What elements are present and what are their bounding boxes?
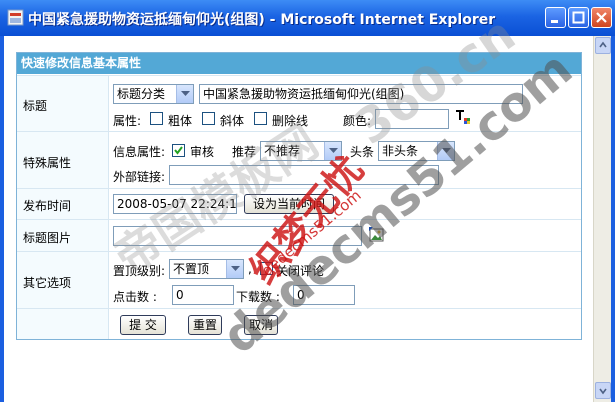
headline-select[interactable]: 非头条 <box>378 141 455 161</box>
image-picker-icon[interactable] <box>368 226 384 242</box>
downloads-input[interactable]: 0 <box>293 285 355 305</box>
actions-row: 提 交 重置 取消 <box>17 308 581 339</box>
image-row-label: 标题图片 <box>23 231 72 245</box>
title-image-row: 标题图片 <box>17 219 581 251</box>
close-comment-label: 关闭评论 <box>276 264 325 278</box>
chevron-down-icon <box>181 91 190 96</box>
chevron-down-icon <box>231 266 240 271</box>
chevron-down-icon <box>329 148 338 153</box>
info-attr-label: 信息属性: <box>113 145 166 159</box>
recommend-select[interactable]: 不推荐 <box>260 141 342 161</box>
clicks-label: 点击数 : <box>113 290 157 304</box>
color-input[interactable] <box>375 109 449 129</box>
maximize-icon <box>572 11 585 24</box>
clicks-input[interactable]: 0 <box>172 285 234 305</box>
title-row-label: 标题 <box>23 99 48 113</box>
recommend-label: 推荐 <box>232 145 257 159</box>
close-comment-checkbox[interactable] <box>260 262 273 275</box>
ie-icon <box>7 9 24 26</box>
italic-checkbox[interactable] <box>202 112 215 125</box>
maximize-button[interactable] <box>568 7 589 28</box>
audit-label: 审核 <box>190 145 215 159</box>
external-link-label: 外部链接: <box>113 170 166 184</box>
window-frame-right <box>611 36 615 402</box>
attr-label: 属性: <box>113 114 142 128</box>
strike-label: 删除线 <box>272 114 309 128</box>
minimize-icon <box>551 20 558 23</box>
downloads-label: 下载数 : <box>236 290 280 304</box>
arrow-up-icon <box>599 41 607 48</box>
other-row-label: 其它选项 <box>23 276 72 290</box>
color-picker-icon[interactable] <box>455 109 471 125</box>
audit-checkbox[interactable] <box>172 144 185 157</box>
set-now-button[interactable]: 设为当前时间 <box>244 194 334 214</box>
headline-label: 头条 <box>350 145 375 159</box>
top-level-label: 置顶级别: <box>113 264 166 278</box>
strike-checkbox[interactable] <box>254 112 267 125</box>
bold-label: 粗体 <box>168 114 193 128</box>
publish-datetime-input[interactable]: 2008-05-07 22:24:11 <box>113 194 237 214</box>
reset-button[interactable]: 重置 <box>188 315 222 335</box>
panel-header: 快速修改信息基本属性 <box>17 53 581 74</box>
title-row: 标题 标题分类 中国紧急援助物资运抵缅甸仰光(组图) 属性: 粗体 斜体 删除线… <box>17 75 581 131</box>
title-category-select[interactable]: 标题分类 <box>113 84 194 104</box>
publish-row-label: 发布时间 <box>23 199 72 213</box>
vertical-scrollbar[interactable] <box>593 36 611 402</box>
publish-time-row: 发布时间 2008-05-07 22:24:11 设为当前时间 <box>17 188 581 219</box>
other-options-row: 其它选项 置顶级别: 不置顶 , 关闭评论 点击数 : 0 下载数 : 0 <box>17 251 581 308</box>
comma-separator: , <box>248 262 252 276</box>
external-link-input[interactable] <box>169 165 439 185</box>
minimize-button[interactable] <box>545 7 566 28</box>
window-titlebar[interactable]: 中国紧急援助物资运抵缅甸仰光(组图) - Microsoft Internet … <box>0 0 615 36</box>
scroll-up-button[interactable] <box>595 37 611 54</box>
title-image-input[interactable] <box>113 226 362 246</box>
special-attr-row: 特殊属性 信息属性: 审核 推荐 不推荐 头条 非头条 外部链接: <box>17 131 581 188</box>
special-row-label: 特殊属性 <box>23 156 72 170</box>
chevron-down-icon <box>442 148 451 153</box>
close-button[interactable] <box>591 7 612 28</box>
cancel-button[interactable]: 取消 <box>244 315 278 335</box>
check-icon <box>174 146 183 155</box>
window-title: 中国紧急援助物资运抵缅甸仰光(组图) - Microsoft Internet … <box>28 12 496 28</box>
submit-button[interactable]: 提 交 <box>120 315 166 335</box>
arrow-down-icon <box>599 388 607 395</box>
title-input[interactable]: 中国紧急援助物资运抵缅甸仰光(组图) <box>199 84 523 104</box>
color-label: 颜色: <box>343 114 372 128</box>
italic-label: 斜体 <box>220 114 245 128</box>
top-level-select[interactable]: 不置顶 <box>169 259 244 279</box>
bold-checkbox[interactable] <box>150 112 163 125</box>
scroll-down-button[interactable] <box>595 382 611 399</box>
quick-edit-panel: 快速修改信息基本属性 标题 标题分类 中国紧急援助物资运抵缅甸仰光(组图) 属性… <box>16 52 582 340</box>
close-icon <box>596 12 607 23</box>
